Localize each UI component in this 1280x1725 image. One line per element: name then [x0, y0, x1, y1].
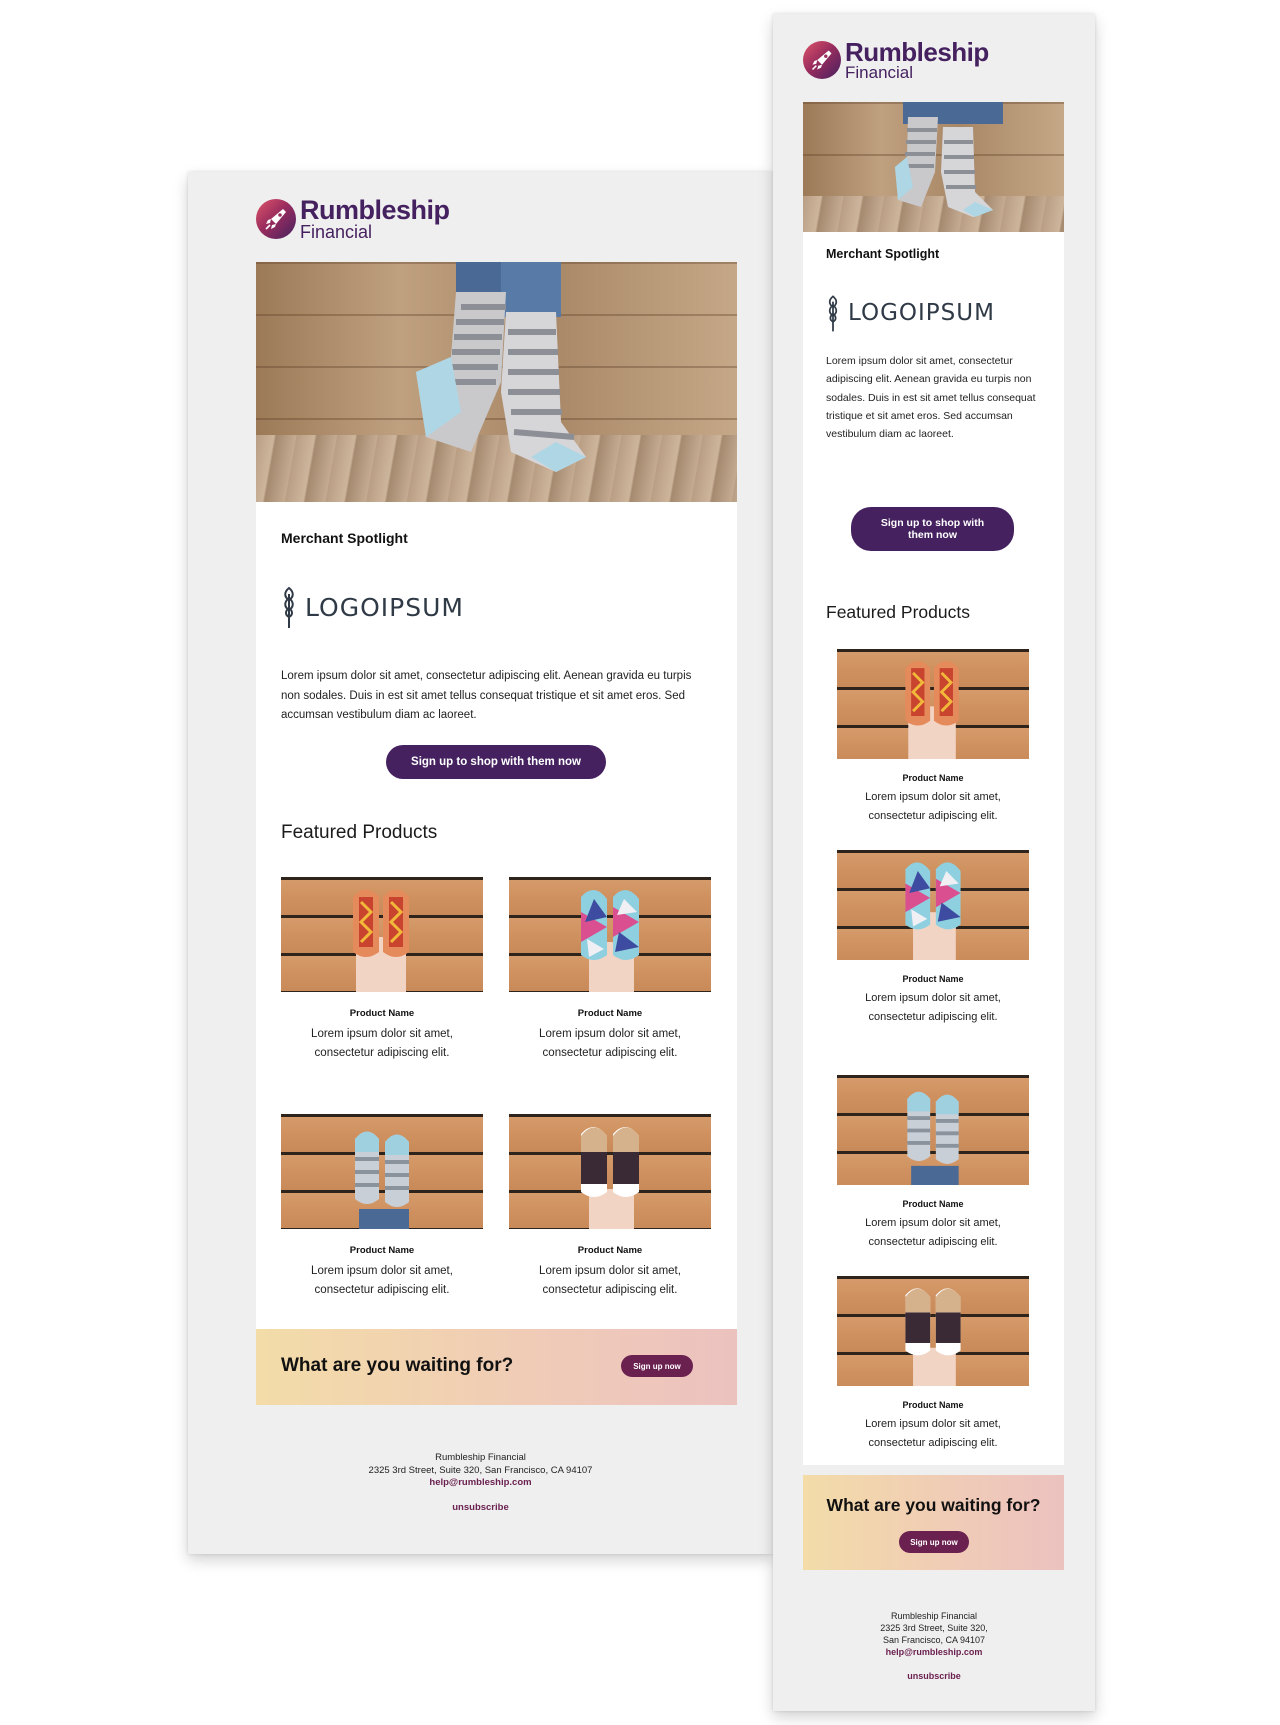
unsubscribe-link[interactable]: unsubscribe — [452, 1502, 509, 1515]
striped-socks-icon — [416, 262, 586, 472]
cat-socks-icon — [907, 1091, 959, 1185]
email-footer: Rumbleship Financial 2325 3rd Street, Su… — [188, 1452, 773, 1514]
product-image[interactable] — [837, 1075, 1029, 1185]
featured-products-title: Featured Products — [281, 822, 438, 843]
product-name: Product Name — [902, 1400, 964, 1410]
footer-company: Rumbleship Financial — [435, 1452, 526, 1463]
product-name: Product Name — [902, 773, 964, 783]
rumbleship-logo[interactable]: Rumbleship Financial — [256, 197, 450, 241]
product-image[interactable] — [837, 649, 1029, 759]
footer-address-line1: 2325 3rd Street, Suite 320, — [880, 1623, 988, 1633]
cat-socks-icon — [355, 1131, 409, 1229]
product-name: Product Name — [577, 1008, 643, 1019]
brand-name: Rumbleship — [845, 37, 989, 67]
rocket-icon — [803, 41, 841, 79]
merchant-logo-text: LOGOIPSUM — [848, 300, 995, 326]
merchant-logo[interactable]: LOGOIPSUM — [281, 584, 464, 630]
spotlight-body: Lorem ipsum dolor sit amet, consectetur … — [826, 355, 1036, 441]
email-card: Merchant Spotlight LOGOIPSUM Lorem ipsum… — [803, 102, 1064, 1570]
product-description: Lorem ipsum dolor sit amet, consectetur … — [865, 1418, 1001, 1449]
product-card[interactable]: Product Name Lorem ipsum dolor sit amet,… — [281, 877, 483, 1062]
product-card[interactable]: Product Name Lorem ipsum dolor sit amet,… — [837, 1276, 1029, 1452]
product-description: Lorem ipsum dolor sit amet, consectetur … — [865, 791, 1001, 822]
product-card[interactable]: Product Name Lorem ipsum dolor sit amet,… — [509, 1114, 711, 1299]
footer-company: Rumbleship Financial — [890, 1611, 978, 1621]
product-card[interactable]: Product Name Lorem ipsum dolor sit amet,… — [509, 877, 711, 1062]
product-card[interactable]: Product Name Lorem ipsum dolor sit amet,… — [837, 850, 1029, 1026]
product-image[interactable] — [837, 1276, 1029, 1386]
sign-up-now-button[interactable]: Sign up now — [621, 1355, 693, 1377]
product-description: Lorem ipsum dolor sit amet, consectetur … — [311, 1028, 453, 1059]
sign-up-to-shop-button[interactable]: Sign up to shop with them now — [851, 507, 1014, 551]
product-name: Product Name — [349, 1245, 415, 1256]
featured-products-title: Featured Products — [826, 602, 970, 622]
footer-address: 2325 3rd Street, Suite 320, San Francisc… — [368, 1464, 593, 1476]
cta-banner: What are you waiting for? Sign up now — [803, 1475, 1064, 1570]
product-card[interactable]: Product Name Lorem ipsum dolor sit amet,… — [837, 649, 1029, 825]
geometric-socks-icon — [581, 889, 639, 992]
mobile-email-preview: Rumbleship Financial Merchant Spotlight … — [773, 14, 1095, 1711]
cta-question: What are you waiting for? — [826, 1495, 1041, 1515]
unsubscribe-link[interactable]: unsubscribe — [907, 1670, 961, 1682]
product-image[interactable] — [281, 877, 483, 992]
paw-socks-icon — [905, 1288, 961, 1386]
footer-email-link[interactable]: help@rumbleship.com — [773, 1646, 1095, 1658]
brand-subname: Financial — [300, 222, 373, 242]
product-description: Lorem ipsum dolor sit amet, consectetur … — [539, 1028, 681, 1059]
hotdog-socks-icon — [905, 660, 959, 759]
hero-image — [256, 262, 737, 502]
product-image[interactable] — [281, 1114, 483, 1229]
wheat-icon — [828, 295, 838, 332]
paw-socks-icon — [581, 1126, 639, 1229]
product-name: Product Name — [577, 1245, 643, 1256]
spotlight-body: Lorem ipsum dolor sit amet, consectetur … — [281, 670, 692, 721]
product-card[interactable]: Product Name Lorem ipsum dolor sit amet,… — [281, 1114, 483, 1299]
product-image[interactable] — [837, 850, 1029, 960]
merchant-logo[interactable]: LOGOIPSUM — [826, 292, 995, 334]
product-name: Product Name — [902, 1199, 964, 1209]
brand-subname: Financial — [845, 63, 914, 82]
wheat-icon — [284, 586, 294, 628]
sign-up-to-shop-button[interactable]: Sign up to shop with them now — [386, 745, 606, 779]
desktop-email-preview: Rumbleship Financial Merchant Spotlight — [188, 172, 773, 1554]
email-card: Merchant Spotlight LOGOIPSUM Lorem ipsum… — [256, 262, 737, 1405]
footer-email-link[interactable]: help@rumbleship.com — [188, 1477, 773, 1490]
cta-banner: What are you waiting for? Sign up now — [256, 1329, 737, 1405]
product-image[interactable] — [509, 1114, 711, 1229]
geometric-socks-icon — [905, 862, 961, 960]
product-description: Lorem ipsum dolor sit amet, consectetur … — [865, 992, 1001, 1023]
product-description: Lorem ipsum dolor sit amet, consectetur … — [311, 1265, 453, 1296]
product-description: Lorem ipsum dolor sit amet, consectetur … — [865, 1217, 1001, 1248]
cta-question: What are you waiting for? — [281, 1355, 514, 1376]
sign-up-now-button[interactable]: Sign up now — [899, 1531, 969, 1553]
product-name: Product Name — [349, 1008, 415, 1019]
product-image[interactable] — [509, 877, 711, 992]
brand-name: Rumbleship — [300, 195, 450, 225]
footer-address-line2: San Francisco, CA 94107 — [882, 1635, 986, 1645]
hero-image — [803, 102, 1064, 232]
hotdog-socks-icon — [353, 889, 409, 992]
merchant-spotlight-label: Merchant Spotlight — [826, 247, 940, 261]
rocket-icon — [256, 199, 296, 239]
product-name: Product Name — [902, 974, 964, 984]
email-footer: Rumbleship Financial 2325 3rd Street, Su… — [773, 1610, 1095, 1682]
merchant-spotlight-label: Merchant Spotlight — [281, 530, 408, 546]
striped-socks-icon — [895, 102, 1003, 217]
product-card[interactable]: Product Name Lorem ipsum dolor sit amet,… — [837, 1075, 1029, 1251]
rumbleship-logo[interactable]: Rumbleship Financial — [803, 39, 989, 81]
product-description: Lorem ipsum dolor sit amet, consectetur … — [539, 1265, 681, 1296]
merchant-logo-text: LOGOIPSUM — [305, 592, 464, 622]
